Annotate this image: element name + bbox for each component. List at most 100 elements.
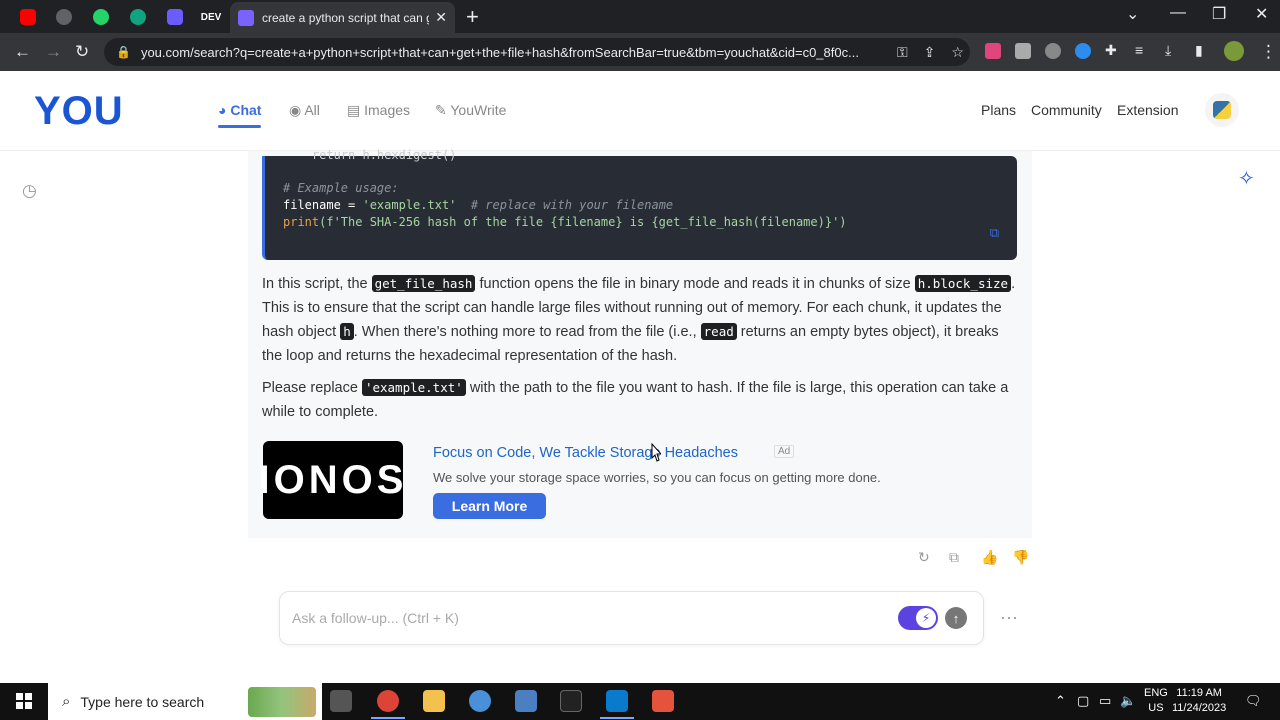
app-icon-8[interactable] [652, 690, 674, 712]
you-favicon-icon [238, 9, 254, 26]
dev-icon[interactable]: DEV [193, 6, 229, 28]
share-icon[interactable]: ⇪ [924, 44, 936, 61]
tab-images[interactable]: ▤ Images [347, 102, 410, 119]
inline-code-get-file-hash: get_file_hash [371, 275, 476, 292]
key-icon[interactable]: ⚿ [897, 44, 908, 61]
p1-text-b: function opens the file in binary mode a… [475, 276, 915, 292]
chrome-icon[interactable] [46, 6, 82, 28]
mouse-cursor-icon [651, 443, 661, 462]
sparkle-icon[interactable]: ✧ [1238, 166, 1255, 191]
puzzle-extensions-icon[interactable]: ✚ [1105, 42, 1117, 59]
clock[interactable]: 11:19 AM 11/24/2023 [1172, 686, 1226, 716]
chat-icon: ◕ [218, 102, 231, 118]
app-icon-4[interactable] [469, 690, 491, 712]
active-tab[interactable]: create a python script that can g ✕ [230, 2, 455, 33]
whatsapp-icon[interactable] [83, 6, 119, 28]
close-tab-icon[interactable]: ✕ [435, 9, 447, 26]
user-avatar[interactable] [1205, 93, 1239, 127]
back-icon[interactable]: ← [14, 42, 31, 62]
history-clock-icon[interactable]: ◷ [22, 181, 37, 201]
tab-all[interactable]: ◉ All [289, 102, 320, 119]
learn-more-button[interactable]: Learn More [433, 493, 546, 519]
plans-link[interactable]: Plans [981, 102, 1016, 118]
forward-icon[interactable]: → [45, 42, 62, 62]
calculator-icon[interactable] [515, 690, 537, 712]
tab-youwrite[interactable]: ✎ YouWrite [435, 102, 506, 119]
community-link[interactable]: Community [1031, 102, 1102, 118]
terminal-icon[interactable] [560, 690, 582, 712]
python-icon [1213, 101, 1231, 119]
close-window-icon[interactable]: ✕ [1255, 4, 1268, 24]
shield-icon[interactable] [157, 6, 193, 28]
lang-top: ENG [1144, 687, 1168, 699]
followup-placeholder: Ask a follow-up... (Ctrl + K) [292, 610, 459, 626]
followup-input[interactable]: Ask a follow-up... (Ctrl + K) ⚡ ↑ [279, 591, 984, 645]
inline-code-read: read [700, 323, 737, 340]
search-icon: ⌕ [62, 693, 71, 710]
profile-avatar[interactable] [1224, 41, 1244, 61]
network-icon[interactable]: ▭ [1099, 693, 1111, 709]
reading-list-icon[interactable]: ≡ [1135, 42, 1143, 58]
thumbs-down-icon[interactable]: 👎 [1012, 549, 1029, 566]
inline-code-block-size: h.block_size [914, 275, 1012, 292]
extension-link[interactable]: Extension [1117, 102, 1178, 118]
active-tab-title: create a python script that can g [262, 10, 430, 25]
code-block: return h.hexdigest() # Example usage: fi… [262, 148, 1017, 260]
task-view-icon[interactable] [330, 690, 352, 712]
you-logo[interactable]: YOU [34, 89, 124, 134]
youtube-icon[interactable] [10, 6, 46, 28]
reload-icon[interactable]: ↻ [75, 42, 89, 62]
inline-code-h: h [340, 323, 354, 340]
tray-icon-1[interactable]: ▢ [1077, 693, 1089, 709]
tab-search-icon[interactable]: ⌄ [1126, 4, 1139, 24]
maximize-icon[interactable]: ❐ [1212, 4, 1226, 24]
chrome-taskbar-icon[interactable] [371, 690, 405, 719]
vscode-icon[interactable] [600, 690, 634, 719]
copy-code-icon[interactable]: ⧉ [990, 226, 999, 241]
tab-chat-label: Chat [230, 102, 262, 118]
more-options-icon[interactable]: ··· [1000, 607, 1018, 628]
code-assign-comment: # replace with your filename [456, 198, 674, 212]
volume-icon[interactable]: 🔈 [1120, 693, 1136, 709]
notifications-icon[interactable]: 🗨 [1245, 693, 1262, 709]
genius-mode-toggle[interactable]: ⚡ [898, 606, 938, 630]
qr-extension-icon[interactable] [1015, 43, 1031, 59]
regenerate-icon[interactable]: ↻ [918, 549, 930, 566]
tab-youwrite-label: YouWrite [450, 102, 507, 118]
bookmark-star-icon[interactable]: ☆ [951, 44, 964, 61]
download-icon[interactable]: ⤓ [1165, 42, 1171, 59]
tray-chevron-icon[interactable]: ⌃ [1055, 693, 1066, 709]
site-header: YOU ◕ Chat ◉ All ▤ Images ✎ YouWrite Pla… [0, 71, 1280, 151]
tab-images-label: Images [364, 102, 411, 118]
tab-chat[interactable]: ◕ Chat [218, 102, 262, 128]
extension-icon-3[interactable] [1045, 43, 1061, 59]
send-button[interactable]: ↑ [945, 607, 967, 629]
url-text[interactable]: you.com/search?q=create+a+python+script+… [141, 45, 881, 60]
lang-bottom: US [1148, 702, 1164, 714]
ionos-ad-logo[interactable]: IONOS [259, 441, 403, 519]
file-explorer-icon[interactable] [423, 690, 445, 712]
windows-start-icon[interactable] [16, 693, 32, 709]
new-tab-icon[interactable]: + [466, 4, 479, 30]
taskbar-search[interactable]: ⌕ Type here to search [48, 683, 322, 720]
address-bar[interactable]: 🔒 you.com/search?q=create+a+python+scrip… [104, 38, 970, 66]
lock-icon[interactable]: 🔒 [116, 45, 131, 59]
ad-title-link[interactable]: Focus on Code, We Tackle Storage Headach… [433, 445, 738, 461]
tab-all-label: All [304, 102, 320, 118]
code-print-string: (f'The SHA-256 hash of the file {filenam… [319, 215, 847, 229]
p1-text-a: In this script, the [262, 276, 372, 292]
chrome-menu-icon[interactable]: ⋮ [1260, 42, 1277, 62]
thumbs-up-icon[interactable]: 👍 [981, 549, 998, 566]
minimize-icon[interactable]: — [1170, 4, 1186, 22]
copy-answer-icon[interactable]: ⧉ [949, 549, 959, 566]
taskbar-search-placeholder: Type here to search [80, 693, 205, 710]
code-print-fn: print [283, 215, 320, 229]
extension-icon-4[interactable] [1075, 43, 1091, 59]
page-content: YOU ◕ Chat ◉ All ▤ Images ✎ YouWrite Pla… [0, 71, 1280, 683]
side-panel-icon[interactable]: ▮ [1195, 42, 1203, 59]
language-indicator[interactable]: ENG US [1144, 686, 1168, 716]
chatgpt-icon[interactable] [120, 6, 156, 28]
code-line-comment: # Example usage: [283, 181, 399, 195]
p1-text-d: . When there's nothing more to read from… [353, 324, 701, 340]
mic-extension-icon[interactable] [985, 43, 1001, 59]
